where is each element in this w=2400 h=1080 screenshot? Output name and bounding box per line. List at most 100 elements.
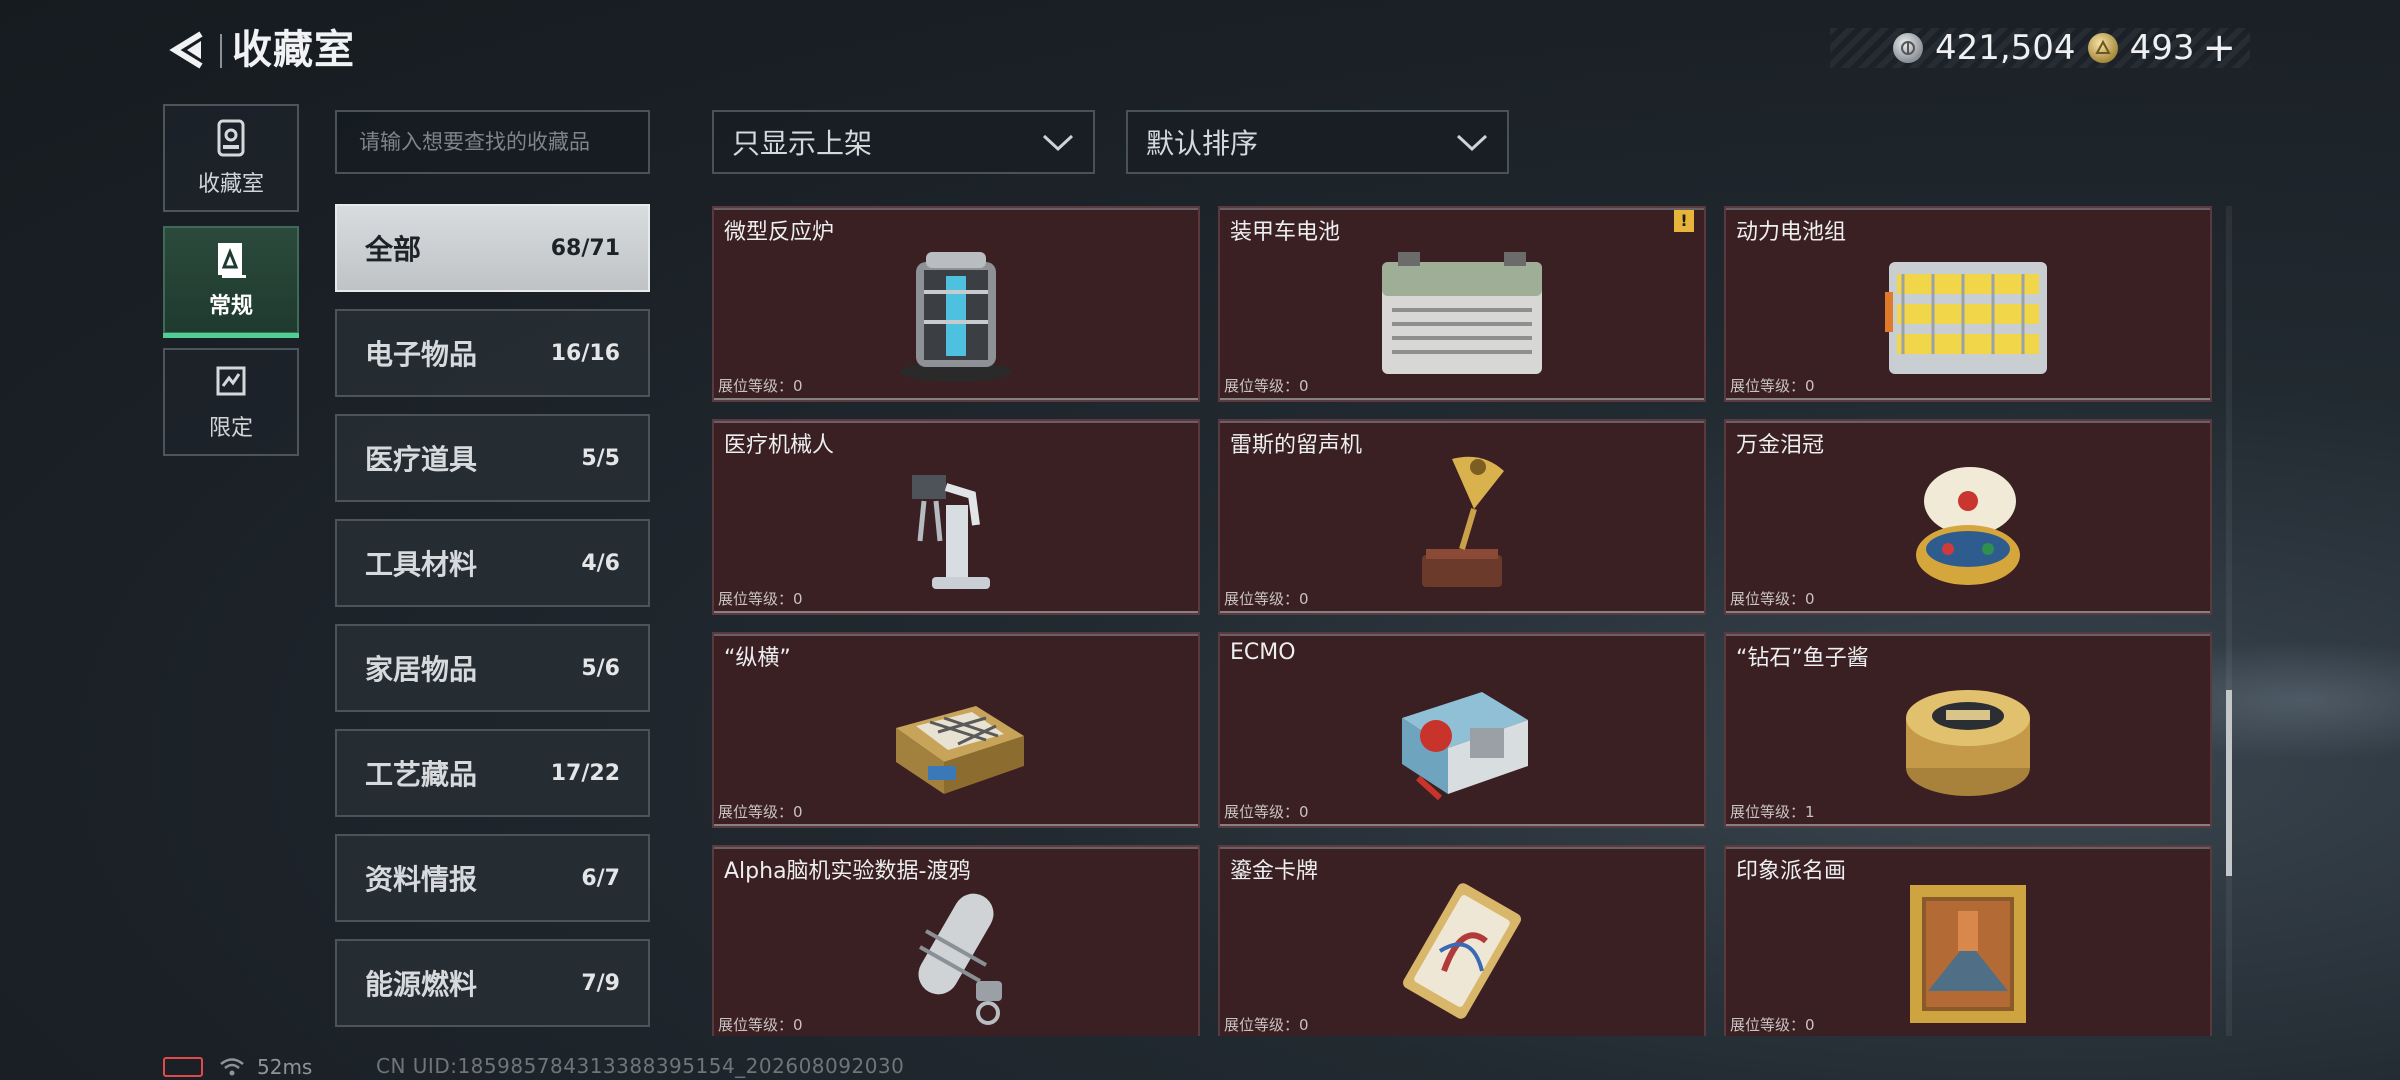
- nav-regular[interactable]: 常规: [163, 226, 299, 338]
- gold-coin-icon: [2087, 33, 2118, 63]
- left-nav: 收藏室 常规 限定: [163, 104, 299, 470]
- category-count: 5/6: [581, 655, 620, 681]
- item-card[interactable]: Alpha脑机实验数据-渡鸦 展位等级：0: [712, 845, 1200, 1036]
- category-all[interactable]: 全部 68/71: [335, 204, 650, 292]
- collection-grid: 微型反应炉 展位等级：0 装甲车电池 ! 展位等级：0 动力电池组 展位等级：0…: [712, 206, 2212, 1036]
- chevron-down-icon: [1456, 134, 1488, 152]
- item-card[interactable]: 雷斯的留声机 展位等级：0: [1218, 419, 1706, 615]
- item-name: ECMO: [1230, 640, 1296, 665]
- category-count: 5/5: [581, 445, 620, 471]
- chevron-down-icon: [1042, 134, 1074, 152]
- category-name: 能源燃料: [365, 968, 478, 1001]
- item-card[interactable]: 装甲车电池 ! 展位等级：0: [1218, 206, 1706, 402]
- category-name: 工艺藏品: [365, 758, 478, 791]
- booth-level: 展位等级：0: [1224, 590, 1309, 608]
- back-arrow-icon: [169, 31, 203, 69]
- item-card[interactable]: 万金泪冠 展位等级：0: [1724, 419, 2212, 615]
- category-name: 全部: [365, 233, 422, 266]
- back-button[interactable]: [160, 22, 216, 78]
- search-input[interactable]: [359, 130, 626, 154]
- item-name: “纵横”: [724, 646, 791, 671]
- item-card[interactable]: 印象派名画 展位等级：0: [1724, 845, 2212, 1036]
- item-card[interactable]: 医疗机械人 展位等级：0: [712, 419, 1200, 615]
- medical-robot-icon: [912, 475, 990, 589]
- booth-level: 展位等级：0: [1730, 1016, 1815, 1034]
- item-card[interactable]: 微型反应炉 展位等级：0: [712, 206, 1200, 402]
- collection-room-icon: [217, 119, 245, 157]
- nav-limited[interactable]: 限定: [163, 348, 299, 456]
- item-name: 印象派名画: [1736, 859, 1847, 884]
- category-name: 资料情报: [365, 863, 478, 896]
- category-energy[interactable]: 能源燃料 7/9: [335, 939, 650, 1027]
- item-card[interactable]: “纵横” 展位等级：0: [712, 632, 1200, 828]
- display-filter-value: 只显示上架: [732, 127, 873, 160]
- jeweled-egg-icon: [1916, 467, 2020, 585]
- booth-level: 展位等级：0: [718, 377, 803, 395]
- gold-coin-value: 493: [2129, 28, 2195, 68]
- sort-value: 默认排序: [1146, 127, 1259, 160]
- item-name: 医疗机械人: [724, 433, 835, 458]
- gramophone-icon: [1422, 456, 1504, 587]
- item-name: 鎏金卡牌: [1230, 859, 1319, 884]
- limited-icon: [216, 366, 246, 396]
- booth-level: 展位等级：0: [1224, 377, 1309, 395]
- category-name: 医疗道具: [365, 443, 478, 476]
- silver-coin-icon: [1892, 33, 1923, 63]
- item-name: 雷斯的留声机: [1230, 433, 1363, 458]
- category-count: 4/6: [581, 550, 620, 576]
- item-card[interactable]: ECMO 展位等级：0: [1218, 632, 1706, 828]
- currency-bar: 421,504 493 +: [1830, 28, 2250, 68]
- warning-icon: !: [1674, 210, 1694, 232]
- chess-box-icon: [896, 706, 1024, 794]
- add-currency-button[interactable]: +: [2202, 28, 2236, 68]
- item-name: 装甲车电池: [1230, 220, 1341, 245]
- category-household[interactable]: 家居物品 5/6: [335, 624, 650, 712]
- category-name: 电子物品: [365, 338, 478, 371]
- item-card[interactable]: 鎏金卡牌 展位等级：0: [1218, 845, 1706, 1036]
- booth-level: 展位等级：0: [1224, 803, 1309, 821]
- category-count: 17/22: [550, 760, 620, 786]
- status-footer: 52ms: [163, 1054, 312, 1080]
- scrollbar-thumb[interactable]: [2226, 690, 2232, 876]
- category-count: 68/71: [550, 235, 620, 261]
- regular-icon: [218, 243, 246, 278]
- search-box: [335, 110, 650, 174]
- category-medical[interactable]: 医疗道具 5/5: [335, 414, 650, 502]
- category-crafts[interactable]: 工艺藏品 17/22: [335, 729, 650, 817]
- page-title: 收藏室: [232, 27, 355, 73]
- caviar-tin-icon: [1906, 690, 2030, 796]
- category-name: 家居物品: [365, 653, 478, 686]
- gilded-card-icon: [1403, 883, 1521, 1019]
- nav-collection-room[interactable]: 收藏室: [163, 104, 299, 212]
- grid-scrollbar[interactable]: [2226, 206, 2232, 1036]
- category-electronics[interactable]: 电子物品 16/16: [335, 309, 650, 397]
- nav-regular-label: 常规: [208, 294, 253, 319]
- item-card[interactable]: 动力电池组 展位等级：0: [1724, 206, 2212, 402]
- display-filter-dropdown[interactable]: 只显示上架: [712, 110, 1095, 174]
- nav-limited-label: 限定: [208, 416, 253, 441]
- category-intel[interactable]: 资料情报 6/7: [335, 834, 650, 922]
- category-tools[interactable]: 工具材料 4/6: [335, 519, 650, 607]
- booth-level: 展位等级：0: [1730, 590, 1815, 608]
- sort-dropdown[interactable]: 默认排序: [1126, 110, 1509, 174]
- booth-level: 展位等级：0: [1224, 1016, 1309, 1034]
- booth-level: 展位等级：0: [718, 1016, 803, 1034]
- user-uid: CN UID:1859857843133883951​54_2026080920…: [376, 1054, 905, 1078]
- booth-level: 展位等级：0: [718, 590, 803, 608]
- framed-painting-icon: [1910, 885, 2026, 1023]
- silver-coin-value: 421,504: [1934, 28, 2076, 68]
- category-count: 6/7: [581, 865, 620, 891]
- item-name: “钻石”鱼子酱: [1736, 646, 1869, 671]
- micro-reactor-icon: [900, 252, 1012, 382]
- data-capsule-icon: [918, 893, 1002, 1025]
- item-name: 万金泪冠: [1736, 433, 1825, 458]
- nav-collection-room-label: 收藏室: [197, 172, 264, 197]
- armored-battery-icon: [1382, 252, 1542, 374]
- title-separator: [220, 34, 222, 68]
- ping-value: 52ms: [257, 1055, 313, 1079]
- booth-level: 展位等级：1: [1730, 803, 1815, 821]
- booth-level: 展位等级：0: [1730, 377, 1815, 395]
- ecmo-machine-icon: [1402, 692, 1528, 801]
- item-card[interactable]: “钻石”鱼子酱 展位等级：1: [1724, 632, 2212, 828]
- category-count: 16/16: [550, 340, 620, 366]
